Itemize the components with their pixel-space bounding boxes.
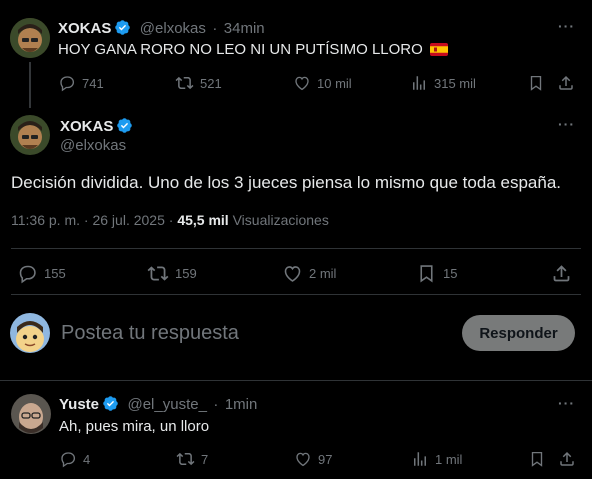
thread-line: [29, 62, 31, 108]
heart-icon: [284, 266, 301, 282]
main-tweet: XOKAS @elxokas ··· Decisión dividida. Un…: [0, 108, 592, 294]
share-icon: [559, 75, 573, 90]
bookmark-button[interactable]: [528, 450, 546, 468]
respond-button[interactable]: Responder: [462, 315, 575, 351]
verified-badge-icon: [116, 117, 133, 139]
tweet-time[interactable]: 11:36 p. m.: [11, 212, 80, 228]
avatar-xokas[interactable]: [10, 18, 50, 58]
reply-button[interactable]: 4: [59, 450, 90, 468]
parent-tweet[interactable]: XOKAS @elxokas · 34min ··· HOY GANA RORO…: [0, 0, 592, 108]
user-avatar[interactable]: [10, 313, 50, 353]
tweet-text: Decisión dividida. Uno de los 3 jueces p…: [11, 173, 561, 192]
dot-separator: ·: [168, 212, 174, 228]
bookmark-icon: [420, 265, 433, 283]
retweet-button[interactable]: 521: [175, 74, 222, 92]
reply-button[interactable]: 155: [17, 263, 66, 284]
views-button[interactable]: 1 mil: [411, 450, 462, 468]
more-options-icon[interactable]: ···: [558, 116, 575, 132]
reply-icon: [61, 452, 76, 468]
avatar-image: [10, 115, 50, 155]
time-separator: ·: [213, 396, 219, 413]
retweet-icon: [176, 452, 195, 466]
reply-button[interactable]: 741: [58, 74, 104, 92]
views-count[interactable]: 45,5 mil: [177, 212, 228, 228]
spain-flag-icon: [429, 43, 448, 60]
bookmark-icon: [531, 451, 543, 467]
retweet-icon: [175, 76, 194, 90]
reply-icon: [19, 265, 36, 284]
reply-input[interactable]: Postea tu respuesta: [61, 322, 239, 345]
tweet-time[interactable]: 34min: [224, 20, 265, 37]
reply-icon: [60, 76, 75, 92]
heart-icon: [295, 76, 309, 91]
like-button[interactable]: 2 mil: [282, 263, 336, 284]
author-handle[interactable]: @elxokas: [60, 137, 126, 154]
more-options-icon[interactable]: ···: [558, 18, 575, 34]
views-button[interactable]: 315 mil: [410, 74, 476, 92]
share-icon: [560, 451, 574, 466]
views-icon: [414, 452, 426, 466]
tweet-time[interactable]: 1min: [225, 396, 258, 413]
dot-separator: ·: [83, 212, 89, 228]
divider: [11, 248, 581, 249]
retweet-icon: [147, 266, 169, 281]
share-button[interactable]: [551, 263, 572, 284]
like-button[interactable]: 97: [294, 450, 332, 468]
tweet-date[interactable]: 26 jul. 2025: [92, 212, 164, 228]
heart-icon: [296, 452, 310, 467]
avatar-yuste[interactable]: [11, 394, 51, 434]
bookmark-button[interactable]: [527, 74, 545, 92]
tweet-text: HOY GANA RORO NO LEO NI UN PUTÍSIMO LLOR…: [58, 41, 423, 58]
retweet-button[interactable]: 7: [176, 450, 208, 468]
reply-tweet[interactable]: Yuste @el_yuste_ · 1min ··· Ah, pues mir…: [0, 381, 592, 479]
share-button[interactable]: [558, 450, 576, 468]
share-icon: [553, 265, 570, 282]
avatar-image: [10, 18, 50, 58]
author-handle[interactable]: @elxokas: [140, 20, 206, 37]
views-label: Visualizaciones: [232, 212, 329, 228]
time-separator: ·: [212, 20, 218, 37]
like-button[interactable]: 10 mil: [293, 74, 352, 92]
verified-badge-icon: [102, 395, 119, 417]
author-name[interactable]: Yuste: [59, 396, 99, 413]
retweet-button[interactable]: 159: [147, 263, 197, 284]
views-icon: [413, 76, 425, 90]
share-button[interactable]: [557, 74, 575, 92]
author-name[interactable]: XOKAS: [58, 20, 111, 37]
reply-composer: Postea tu respuesta Responder: [0, 295, 592, 380]
avatar-image: [11, 394, 51, 434]
verified-badge-icon: [114, 19, 131, 41]
author-name[interactable]: XOKAS: [60, 118, 113, 135]
bookmark-icon: [530, 75, 542, 91]
author-handle[interactable]: @el_yuste_: [127, 396, 206, 413]
tweet-text: Ah, pues mira, un lloro: [59, 418, 210, 435]
bookmark-button[interactable]: 15: [416, 263, 457, 284]
more-options-icon[interactable]: ···: [558, 395, 575, 411]
avatar-image: [10, 313, 50, 353]
avatar-xokas-main[interactable]: [10, 115, 50, 155]
